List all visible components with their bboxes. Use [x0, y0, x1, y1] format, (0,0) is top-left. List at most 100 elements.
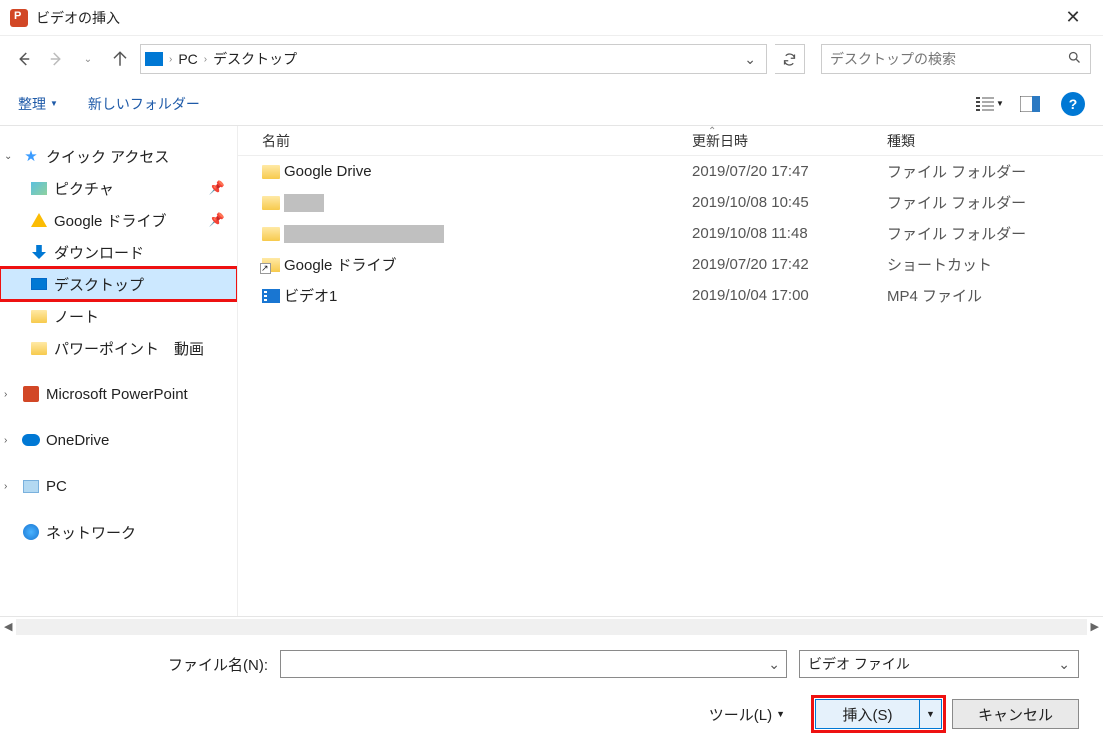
file-name: Google Drive: [284, 163, 372, 180]
monitor-icon: [30, 275, 48, 293]
star-icon: ★: [22, 147, 40, 165]
shortcut-icon: [262, 258, 284, 272]
preview-pane-button[interactable]: [1013, 90, 1047, 118]
breadcrumb-pc[interactable]: PC: [178, 51, 197, 67]
scrollbar-track[interactable]: [16, 619, 1086, 635]
chevron-down-icon: ⌄: [4, 151, 16, 162]
arrow-left-icon: [15, 50, 33, 68]
video-icon: [262, 289, 284, 303]
file-type: ショートカット: [887, 254, 992, 275]
chevron-down-icon: ▼: [996, 99, 1004, 108]
filename-input[interactable]: ⌄: [280, 650, 787, 678]
arrow-right-icon: [47, 50, 65, 68]
folder-icon: [262, 227, 284, 241]
network-icon: [22, 523, 40, 541]
onedrive-icon: [22, 431, 40, 449]
help-button[interactable]: ?: [1061, 92, 1085, 116]
up-button[interactable]: [108, 47, 132, 71]
file-type: ファイル フォルダー: [887, 223, 1026, 244]
file-type: ファイル フォルダー: [887, 192, 1026, 213]
cancel-button[interactable]: キャンセル: [952, 699, 1079, 729]
chevron-right-icon: ›: [204, 54, 207, 65]
location-icon: [145, 52, 163, 66]
file-type: ファイル フォルダー: [887, 161, 1026, 182]
window-title: ビデオの挿入: [36, 8, 1053, 28]
insert-dropdown[interactable]: ▼: [919, 700, 941, 728]
toolbar: 整理▼ 新しいフォルダー ▼ ?: [0, 82, 1103, 126]
organize-menu[interactable]: 整理▼: [18, 94, 58, 114]
breadcrumb-desktop[interactable]: デスクトップ: [213, 49, 297, 69]
tree-downloads[interactable]: ダウンロード: [0, 236, 237, 268]
search-input[interactable]: [830, 51, 1067, 67]
forward-button[interactable]: [44, 47, 68, 71]
nav-bar: ⌄ › PC › デスクトップ ⌄: [0, 36, 1103, 82]
chevron-right-icon: ›: [169, 54, 172, 65]
file-date: 2019/10/04 17:00: [692, 287, 887, 304]
tree-pictures[interactable]: ピクチャ 📌: [0, 172, 237, 204]
tree-ppt-video[interactable]: パワーポイント 動画: [0, 332, 237, 364]
column-name[interactable]: 名前: [262, 131, 692, 151]
horizontal-scrollbar[interactable]: ◀ ▶: [0, 616, 1103, 636]
tree-pc[interactable]: › PC: [0, 470, 237, 502]
recent-dropdown[interactable]: ⌄: [76, 47, 100, 71]
folder-icon: [262, 165, 284, 179]
file-name: Google ドライブ: [284, 254, 397, 275]
new-folder-button[interactable]: 新しいフォルダー: [88, 94, 200, 114]
view-controls: ▼ ?: [973, 90, 1085, 118]
breadcrumb: › PC › デスクトップ: [169, 49, 738, 69]
address-bar[interactable]: › PC › デスクトップ ⌄: [140, 44, 767, 74]
file-row[interactable]: Google ドライブ 2019/07/20 17:42ショートカット: [238, 249, 1103, 280]
chevron-down-icon: ⌄: [768, 656, 780, 673]
scroll-left-icon[interactable]: ◀: [4, 620, 12, 633]
file-row[interactable]: Google Drive2019/07/20 17:47ファイル フォルダー: [238, 156, 1103, 187]
dialog-footer: ファイル名(N): ⌄ ビデオ ファイル ⌄ ツール(L) ▼ 挿入(S) ▼ …: [0, 636, 1103, 744]
tree-onedrive[interactable]: › OneDrive: [0, 424, 237, 456]
scroll-right-icon[interactable]: ▶: [1091, 620, 1099, 633]
chevron-right-icon: ›: [4, 435, 16, 446]
refresh-button[interactable]: [775, 44, 805, 74]
pictures-icon: [30, 179, 48, 197]
tree-google-drive[interactable]: Google ドライブ 📌: [0, 204, 237, 236]
file-row[interactable]: 2019/10/08 11:48ファイル フォルダー: [238, 218, 1103, 249]
sort-indicator-icon: ⌃: [708, 126, 716, 137]
column-date[interactable]: 更新日時: [692, 131, 887, 151]
back-button[interactable]: [12, 47, 36, 71]
chevron-right-icon: ›: [4, 481, 16, 492]
file-date: 2019/10/08 11:48: [692, 225, 887, 242]
powerpoint-icon: [22, 385, 40, 403]
tree-ms-powerpoint[interactable]: › Microsoft PowerPoint: [0, 378, 237, 410]
button-row: ツール(L) ▼ 挿入(S) ▼ キャンセル: [0, 696, 1079, 732]
file-row[interactable]: 2019/10/08 10:45ファイル フォルダー: [238, 187, 1103, 218]
tools-menu[interactable]: ツール(L) ▼: [709, 704, 785, 725]
file-type-filter[interactable]: ビデオ ファイル ⌄: [799, 650, 1079, 678]
file-date: 2019/07/20 17:42: [692, 256, 887, 273]
tree-desktop[interactable]: デスクトップ: [0, 268, 237, 300]
address-dropdown[interactable]: ⌄: [738, 51, 762, 68]
file-type: MP4 ファイル: [887, 285, 982, 306]
column-type[interactable]: 種類: [887, 131, 1103, 151]
preview-pane-icon: [1020, 96, 1040, 112]
main-area: ⌄ ★ クイック アクセス ピクチャ 📌 Google ドライブ 📌 ダウンロー…: [0, 126, 1103, 616]
tree-network[interactable]: › ネットワーク: [0, 516, 237, 548]
arrow-up-icon: [111, 50, 129, 68]
view-details-button[interactable]: ▼: [973, 90, 1007, 118]
file-name: ビデオ1: [284, 285, 337, 306]
tree-quick-access[interactable]: ⌄ ★ クイック アクセス: [0, 140, 237, 172]
pin-icon: 📌: [209, 212, 225, 228]
tree-notes[interactable]: ノート: [0, 300, 237, 332]
navigation-tree: ⌄ ★ クイック アクセス ピクチャ 📌 Google ドライブ 📌 ダウンロー…: [0, 126, 238, 616]
gdrive-icon: [30, 211, 48, 229]
file-date: 2019/10/08 10:45: [692, 194, 887, 211]
download-icon: [30, 243, 48, 261]
search-icon: [1067, 50, 1082, 68]
filename-label: ファイル名(N):: [0, 654, 280, 675]
insert-button[interactable]: 挿入(S) ▼: [815, 699, 942, 729]
chevron-down-icon: ⌄: [1058, 656, 1070, 673]
folder-icon: [262, 196, 284, 210]
search-box[interactable]: [821, 44, 1091, 74]
redacted-text: [284, 225, 444, 243]
file-row[interactable]: ビデオ1 2019/10/04 17:00MP4 ファイル: [238, 280, 1103, 311]
chevron-down-icon: ▼: [776, 709, 785, 719]
close-button[interactable]: ✕: [1053, 7, 1093, 28]
pin-icon: 📌: [209, 180, 225, 196]
